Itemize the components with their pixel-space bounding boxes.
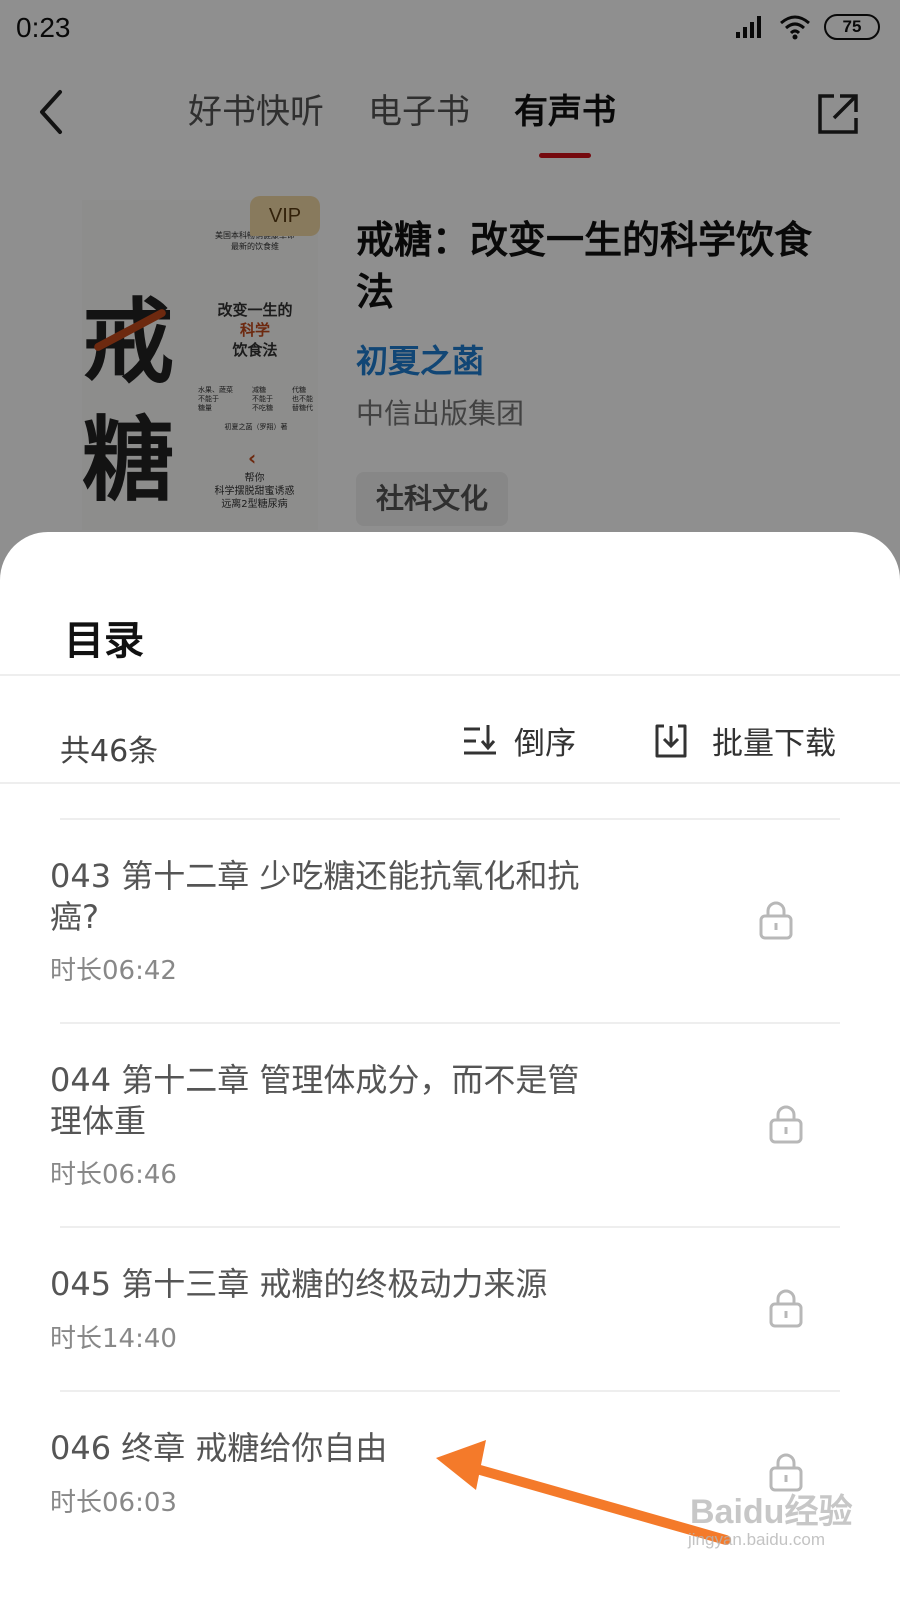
batch-download-button[interactable]: 批量下载 bbox=[652, 718, 836, 763]
sort-icon bbox=[464, 724, 496, 754]
chapter-count: 共46条 bbox=[60, 734, 159, 769]
chapter-item[interactable]: 044 第十二章 管理体成分，而不是管理体重 时长06:46 bbox=[0, 1060, 900, 1246]
sort-label: 倒序 bbox=[514, 726, 576, 762]
divider bbox=[0, 674, 900, 676]
chapter-title: 044 第十二章 管理体成分，而不是管理体重 bbox=[50, 1061, 580, 1140]
row-divider bbox=[60, 1022, 840, 1024]
watermark-url: jingyan.baidu.com bbox=[688, 1530, 826, 1549]
chapter-duration: 时长06:03 bbox=[50, 1488, 177, 1518]
chapter-item[interactable]: 043 第十二章 少吃糖还能抗氧化和抗癌? 时长06:42 bbox=[0, 856, 900, 1042]
chapter-duration: 时长06:42 bbox=[50, 956, 177, 986]
download-icon bbox=[655, 724, 687, 757]
chapter-duration: 时长14:40 bbox=[50, 1324, 177, 1354]
chapter-item[interactable]: 045 第十三章 戒糖的终极动力来源 时长14:40 bbox=[0, 1264, 900, 1410]
row-divider bbox=[60, 1390, 840, 1392]
chapter-duration: 时长06:46 bbox=[50, 1160, 177, 1190]
watermark: Baidu经验 bbox=[690, 1493, 853, 1531]
chapter-title: 045 第十三章 戒糖的终极动力来源 bbox=[50, 1265, 548, 1303]
lock-icon bbox=[759, 901, 793, 940]
chapter-title: 043 第十二章 少吃糖还能抗氧化和抗癌? bbox=[50, 857, 580, 936]
sort-button[interactable]: 倒序 bbox=[462, 718, 576, 763]
batch-download-label: 批量下载 bbox=[712, 726, 836, 762]
catalog-toolbar: 共46条 倒序 批量下载 bbox=[0, 688, 900, 796]
catalog-title: 目录 bbox=[64, 618, 144, 664]
lock-icon bbox=[769, 1289, 803, 1328]
row-divider bbox=[60, 1226, 840, 1228]
lock-icon bbox=[769, 1105, 803, 1144]
row-divider bbox=[60, 818, 840, 820]
divider bbox=[0, 782, 900, 784]
